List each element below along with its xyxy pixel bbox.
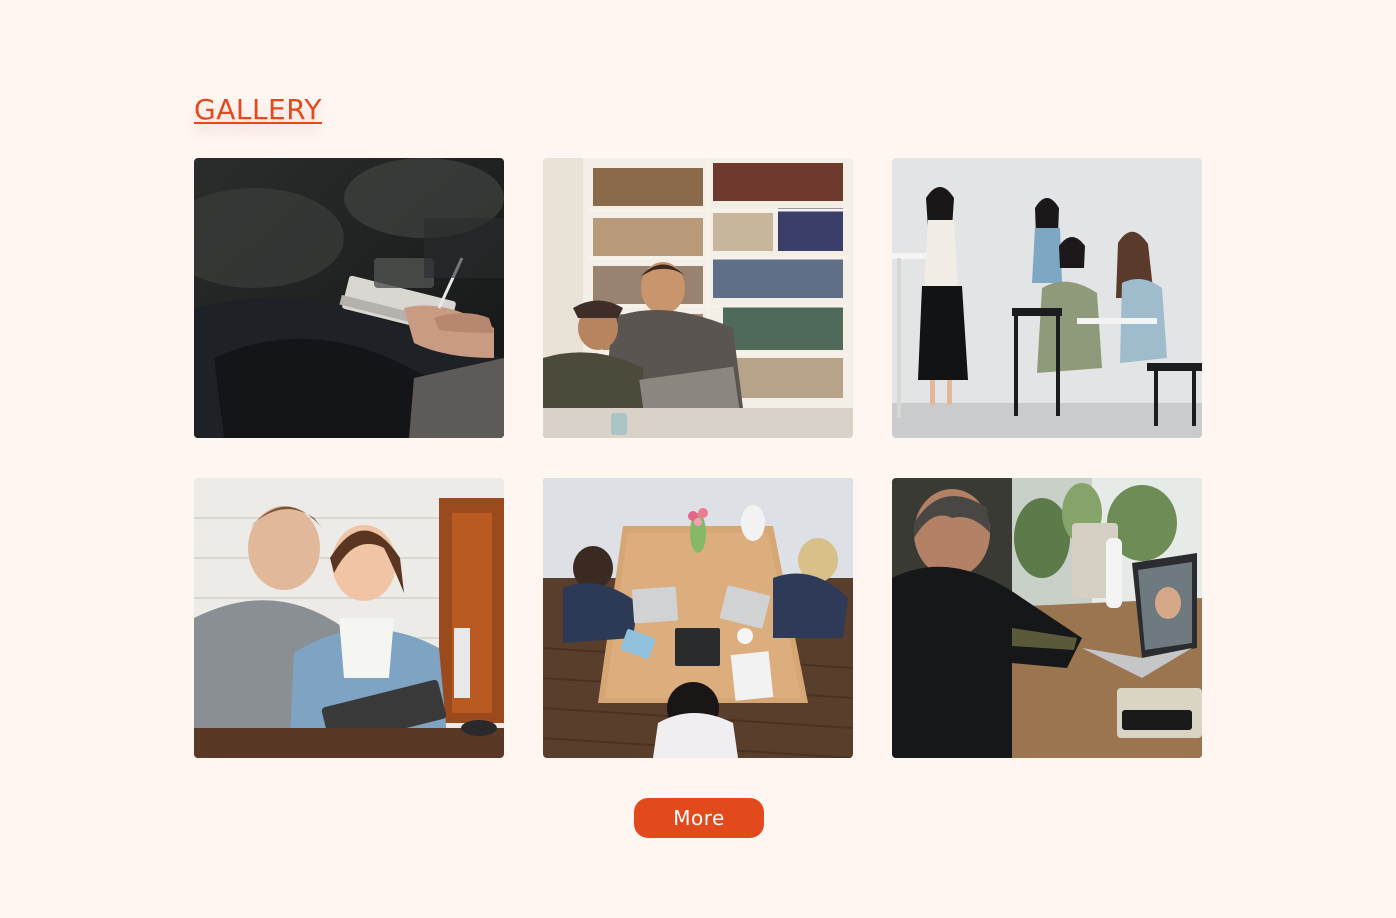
photo-overhead-meeting-table-icon — [543, 478, 853, 758]
gallery-photo[interactable] — [543, 158, 853, 438]
gallery-photo[interactable] — [194, 478, 504, 758]
more-button-wrapper: More — [634, 798, 764, 838]
photo-library-laughing-icon — [543, 158, 853, 438]
photo-women-standing-table-icon — [892, 158, 1202, 438]
gallery-title: GALLERY — [194, 93, 323, 126]
photo-video-call-laptop-icon — [892, 478, 1202, 758]
gallery-photo[interactable] — [892, 158, 1202, 438]
gallery-photo[interactable] — [194, 158, 504, 438]
photo-notebook-writing-icon — [194, 158, 504, 438]
more-button[interactable]: More — [634, 798, 764, 838]
gallery-photo[interactable] — [892, 478, 1202, 758]
gallery-grid — [194, 158, 1202, 758]
photo-two-colleagues-tablet-icon — [194, 478, 504, 758]
gallery-photo[interactable] — [543, 478, 853, 758]
gallery-section: GALLERY — [194, 90, 1202, 758]
